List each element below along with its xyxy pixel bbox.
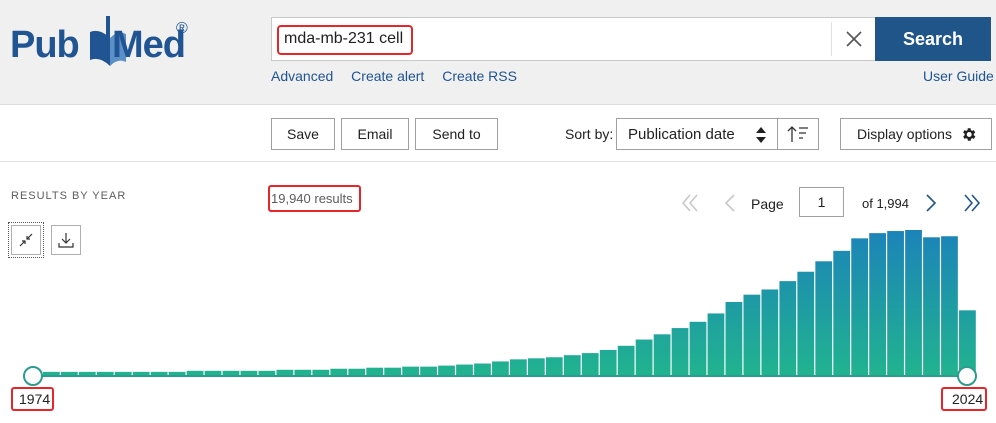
- year-bar[interactable]: [635, 339, 653, 375]
- year-bar[interactable]: [797, 271, 815, 375]
- year-bar[interactable]: [150, 371, 168, 375]
- year-bar[interactable]: [60, 371, 78, 375]
- year-bar[interactable]: [761, 289, 779, 375]
- start-year-label: 1974: [19, 391, 51, 407]
- year-bar[interactable]: [420, 366, 437, 375]
- results-by-year-chart: [23, 230, 977, 386]
- year-bar[interactable]: [276, 369, 294, 375]
- year-bar[interactable]: [599, 349, 617, 375]
- year-bar[interactable]: [222, 370, 240, 375]
- year-bar[interactable]: [186, 370, 204, 375]
- year-bar[interactable]: [510, 359, 527, 375]
- year-bar[interactable]: [132, 371, 150, 375]
- year-bar[interactable]: [923, 237, 940, 375]
- year-bar[interactable]: [725, 301, 743, 375]
- year-bar[interactable]: [833, 250, 851, 375]
- year-bar[interactable]: [851, 238, 869, 375]
- year-bar[interactable]: [581, 353, 599, 375]
- year-bar[interactable]: [527, 358, 545, 375]
- year-bar[interactable]: [258, 370, 276, 375]
- end-year-handle[interactable]: [957, 366, 977, 386]
- year-bar[interactable]: [869, 233, 886, 375]
- year-bar[interactable]: [240, 370, 258, 375]
- year-bar[interactable]: [384, 367, 402, 375]
- year-bar[interactable]: [312, 369, 330, 375]
- year-bar[interactable]: [492, 361, 509, 375]
- year-bar[interactable]: [114, 371, 132, 375]
- start-year-handle[interactable]: [23, 366, 43, 386]
- year-bar[interactable]: [905, 230, 922, 375]
- year-bar[interactable]: [168, 371, 186, 375]
- year-bar[interactable]: [402, 366, 419, 375]
- year-bar[interactable]: [78, 371, 96, 375]
- year-bar[interactable]: [779, 281, 797, 375]
- year-bar[interactable]: [707, 313, 725, 375]
- year-bar[interactable]: [617, 345, 635, 375]
- year-bar[interactable]: [204, 370, 222, 375]
- year-bar[interactable]: [689, 321, 707, 375]
- year-bar[interactable]: [438, 365, 455, 375]
- year-bar[interactable]: [815, 261, 833, 375]
- year-bar[interactable]: [563, 355, 581, 375]
- year-bar[interactable]: [474, 363, 491, 375]
- year-bar[interactable]: [348, 368, 366, 375]
- year-bar[interactable]: [456, 364, 473, 375]
- year-bar[interactable]: [941, 236, 958, 375]
- end-year-label: 2024: [952, 391, 984, 407]
- year-bar[interactable]: [366, 367, 384, 375]
- year-bar[interactable]: [653, 334, 671, 375]
- year-bar[interactable]: [671, 328, 689, 375]
- year-bar[interactable]: [43, 371, 60, 375]
- year-bar[interactable]: [743, 294, 761, 375]
- year-bar[interactable]: [959, 310, 976, 375]
- year-bar[interactable]: [330, 368, 348, 375]
- year-bar[interactable]: [545, 357, 563, 375]
- year-bar[interactable]: [887, 231, 904, 375]
- year-bar[interactable]: [96, 371, 114, 375]
- year-bar[interactable]: [294, 369, 312, 375]
